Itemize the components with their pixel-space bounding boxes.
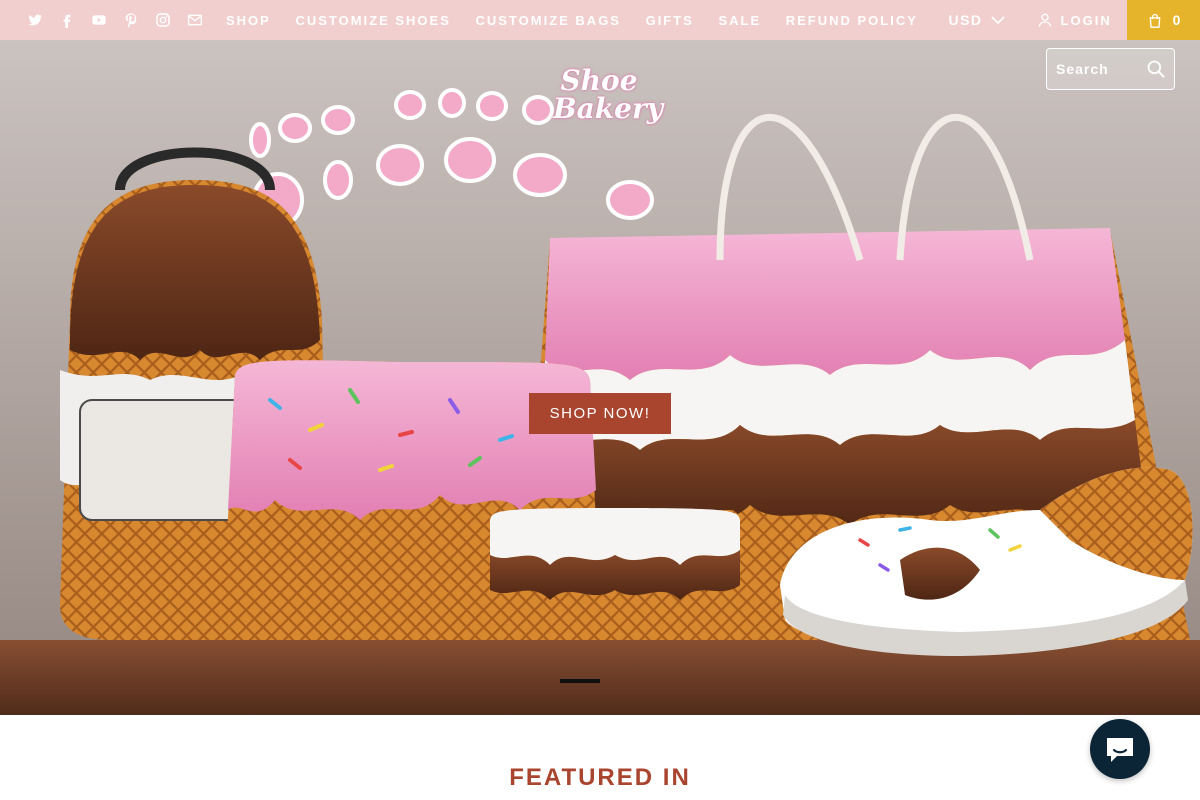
twitter-icon[interactable] bbox=[26, 11, 44, 29]
pinterest-icon[interactable] bbox=[122, 11, 140, 29]
currency-selector[interactable]: USD bbox=[948, 12, 1005, 28]
nav-customize-bags[interactable]: CUSTOMIZE BAGS bbox=[475, 13, 621, 28]
chat-widget-button[interactable] bbox=[1090, 719, 1150, 779]
logo-line-1: Shoe bbox=[560, 64, 638, 97]
search-box bbox=[1046, 48, 1175, 90]
search-input[interactable] bbox=[1056, 61, 1142, 77]
nav-customize-shoes[interactable]: CUSTOMIZE SHOES bbox=[295, 13, 450, 28]
nav-gifts[interactable]: GIFTS bbox=[646, 13, 694, 28]
top-navigation-bar: SHOP CUSTOMIZE SHOES CUSTOMIZE BAGS GIFT… bbox=[0, 0, 1200, 40]
featured-in-heading: FEATURED IN bbox=[509, 764, 691, 791]
slide-indicator-active[interactable] bbox=[560, 679, 600, 683]
nav-shop[interactable]: SHOP bbox=[226, 13, 271, 28]
shopping-bag-icon bbox=[1149, 13, 1160, 28]
nav-refund-policy[interactable]: REFUND POLICY bbox=[786, 13, 918, 28]
social-links bbox=[0, 11, 204, 29]
chevron-down-icon bbox=[990, 16, 1005, 25]
cart-count: 0 bbox=[1172, 12, 1181, 28]
shoe-bakery-logo[interactable]: Shoe Bakery bbox=[524, 48, 674, 142]
chat-bubble-icon bbox=[1107, 738, 1133, 762]
search-icon[interactable] bbox=[1146, 59, 1166, 79]
nav-sale[interactable]: SALE bbox=[718, 13, 761, 28]
main-nav: SHOP CUSTOMIZE SHOES CUSTOMIZE BAGS GIFT… bbox=[226, 13, 942, 28]
user-icon bbox=[1038, 13, 1051, 27]
youtube-icon[interactable] bbox=[90, 11, 108, 29]
hero-banner: Shoe Bakery SHOP NOW! bbox=[0, 40, 1200, 715]
mail-icon[interactable] bbox=[186, 11, 204, 29]
shop-now-button[interactable]: SHOP NOW! bbox=[529, 393, 671, 434]
instagram-icon[interactable] bbox=[154, 11, 172, 29]
logo-line-2: Bakery bbox=[552, 92, 664, 125]
facebook-icon[interactable] bbox=[58, 11, 76, 29]
currency-value: USD bbox=[948, 12, 983, 28]
cart-button[interactable]: 0 bbox=[1127, 0, 1200, 40]
login-link[interactable]: LOGIN bbox=[1037, 12, 1112, 28]
login-label: LOGIN bbox=[1060, 12, 1112, 28]
